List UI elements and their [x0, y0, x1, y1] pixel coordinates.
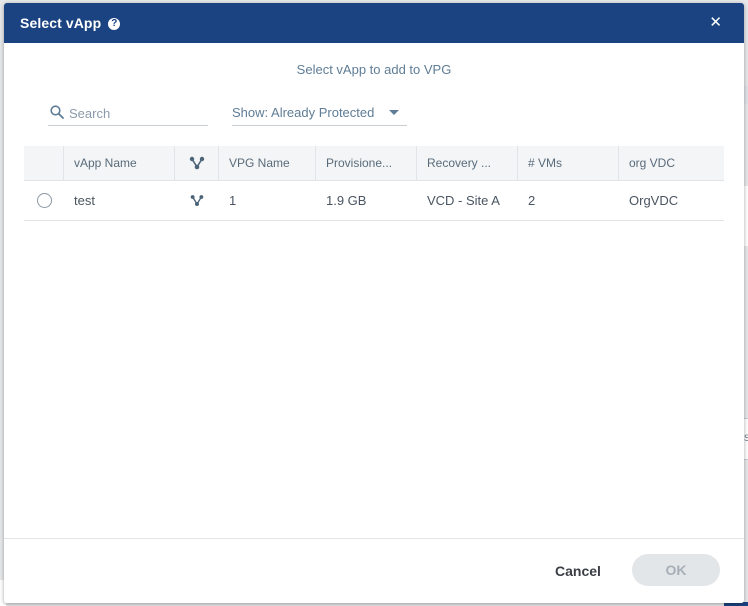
dialog-title: Select vApp [20, 15, 102, 31]
table-header: vApp Name VPG Name Provisione... Recover… [24, 146, 724, 181]
search-box[interactable] [48, 103, 208, 126]
ok-button[interactable]: OK [632, 554, 720, 586]
cell-topology [175, 181, 219, 220]
dialog-header: Select vApp ? ✕ [4, 3, 744, 43]
show-filter-dropdown[interactable]: Show: Already Protected [232, 103, 407, 126]
close-icon[interactable]: ✕ [709, 15, 722, 31]
cell-vapp-name: test [74, 193, 95, 208]
background-text: s [744, 430, 748, 444]
column-header-vapp-name[interactable]: vApp Name [64, 146, 175, 180]
cell-vms: 2 [528, 193, 536, 208]
select-vapp-dialog: Select vApp ? ✕ Select vApp to add to VP… [4, 3, 744, 603]
search-input[interactable] [69, 103, 205, 123]
column-header-provisioned[interactable]: Provisione... [316, 146, 417, 180]
cell-org-vdc: OrgVDC [629, 193, 679, 208]
column-header-vpg-name[interactable]: VPG Name [219, 146, 316, 180]
search-icon [50, 105, 64, 119]
vapp-topology-icon [190, 195, 204, 207]
show-filter-label: Show: Already Protected [232, 105, 375, 120]
row-radio-button[interactable] [36, 193, 52, 208]
dialog-footer: Cancel OK [4, 538, 744, 603]
column-header-select [24, 146, 64, 180]
cell-recovery: VCD - Site A [427, 193, 500, 208]
dialog-subtitle: Select vApp to add to VPG [296, 62, 452, 77]
cell-vpg-name: 1 [229, 193, 237, 208]
row-select-cell[interactable] [24, 181, 64, 220]
question-circle-icon[interactable]: ? [108, 17, 121, 30]
vapp-topology-icon [189, 156, 204, 170]
column-header-topology[interactable] [175, 146, 219, 180]
column-header-org-vdc[interactable]: org VDC [619, 146, 724, 180]
cell-provisioned: 1.9 GB [326, 193, 367, 208]
vapp-table: vApp Name VPG Name Provisione... Recover… [24, 146, 724, 221]
column-header-recovery[interactable]: Recovery ... [417, 146, 518, 180]
column-header-vms[interactable]: # VMs [518, 146, 619, 180]
chevron-down-icon [389, 110, 399, 115]
table-row[interactable]: test 1 1.9 GB VCD - Site A 2 OrgVDC [24, 181, 724, 221]
cancel-button[interactable]: Cancel [546, 555, 610, 587]
